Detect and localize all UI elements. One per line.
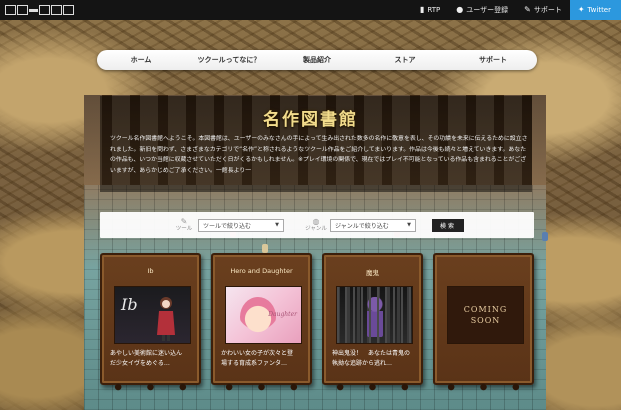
genre-filter: ◍ ジャンル ジャンルで絞り込む ▼ [302,218,416,232]
nav-home[interactable]: ホーム [97,55,185,65]
page-title: 名作図書館 [263,110,358,130]
genre-filter-label: ◍ ジャンル [302,217,330,233]
book-title: Hero and Daughter [230,267,293,275]
support-link-label: サポート [533,6,562,14]
chevron-down-icon: ▼ [275,222,279,228]
book-thumbnail: Ib [114,286,191,344]
rtp-link[interactable]: ▮ RTP [412,0,448,20]
book-desc-line: 執拗な追跡から逃れ… [332,360,393,367]
support-link[interactable]: ✎ サポート [516,0,570,20]
tool-label-text: ツール [175,226,193,232]
book-card-ib[interactable]: Ib Ib あやしい美術館に迷い込ん だ少女イヴをめぐる… [100,253,201,391]
rtp-link-label: RTP [427,6,441,14]
book-desc-line: 場する育成系ファンタ… [221,360,288,367]
girl-illustration [157,297,175,341]
book-title: Ib [147,267,154,275]
coming-soon-text: COMING [463,305,508,314]
book-title: 魔鬼 [366,269,379,277]
twitter-link-label: Twitter [587,6,611,14]
book-thumbnail [336,286,413,344]
top-bar: ▮ RTP ● ユーザー登録 ✎ サポート ✦ Twitter [0,0,621,20]
book-description: かわいい女の子が次々と登 場する育成系ファンタ… [221,349,304,369]
intro-text: ツクール名作図書館へようこそ。本図書館は、ユーザーのみなさんの手によって生み出さ… [110,136,528,174]
book-card-ao-oni[interactable]: 魔鬼 神出鬼没！ あなたは青鬼の 執拗な追跡から逃れ… [322,253,423,391]
coming-soon-box: COMING SOON [447,286,524,344]
chevron-down-icon: ▼ [407,222,411,228]
user-register-label: ユーザー登録 [466,6,509,14]
nav-support[interactable]: サポート [449,55,537,65]
tool-filter: ✎ ツール ツールで絞り込む ▼ [170,218,284,232]
thumb-logo-text: Daughter [268,311,297,318]
nav-store[interactable]: ストア [361,55,449,65]
book-description: 神出鬼没！ あなたは青鬼の 執拗な追跡から逃れ… [332,349,415,369]
twitter-link[interactable]: ✦ Twitter [569,0,621,20]
top-links: ▮ RTP ● ユーザー登録 ✎ サポート ✦ Twitter [412,0,621,20]
cage-bars [337,287,412,343]
book-desc-line: だ少女イヴをめぐる… [110,360,170,367]
user-icon: ● [456,5,464,14]
map-sprite [262,244,268,253]
site-logo[interactable] [5,5,74,15]
genre-select-value: ジャンルで絞り込む [335,222,389,230]
tool-filter-label: ✎ ツール [170,217,198,233]
nav-products[interactable]: 製品紹介 [273,55,361,65]
book-card-coming-soon: COMING SOON [433,253,534,391]
book-card-hero-and-daughter[interactable]: Hero and Daughter Daughter かわいい女の子が次々と登 … [211,253,312,391]
wrench-icon: ✎ [524,5,531,14]
tool-select[interactable]: ツールで絞り込む ▼ [198,218,284,232]
book-list: Ib Ib あやしい美術館に迷い込ん だ少女イヴをめぐる… Hero and D… [100,253,540,391]
ib-logo-art: Ib [121,295,138,314]
book-desc-line: 神出鬼没！ あなたは青鬼の [332,350,411,357]
genre-select[interactable]: ジャンルで絞り込む ▼ [330,218,416,232]
twitter-icon: ✦ [577,5,585,14]
nav-what-is-tkool[interactable]: ツクールってなに？ [185,55,273,65]
gamepad-icon: ◍ [312,217,320,226]
book-desc-line: あやしい美術館に迷い込ん [110,350,183,357]
book-desc-line: かわいい女の子が次々と登 [221,350,294,357]
filter-bar: ✎ ツール ツールで絞り込む ▼ ◍ ジャンル ジャンルで絞り込む ▼ 検索 [100,212,534,238]
map-sprite [542,232,548,241]
tool-select-value: ツールで絞り込む [203,222,252,230]
user-register-link[interactable]: ● ユーザー登録 [448,0,516,20]
search-button[interactable]: 検索 [432,218,464,232]
wrench-icon: ✎ [180,217,188,226]
book-description: あやしい美術館に迷い込ん だ少女イヴをめぐる… [110,349,193,369]
genre-label-text: ジャンル [305,226,327,232]
book-icon: ▮ [420,5,425,14]
book-thumbnail: Daughter [225,286,302,344]
coming-soon-text: SOON [470,316,501,325]
main-nav: ホーム ツクールってなに？ 製品紹介 ストア サポート [97,50,537,70]
